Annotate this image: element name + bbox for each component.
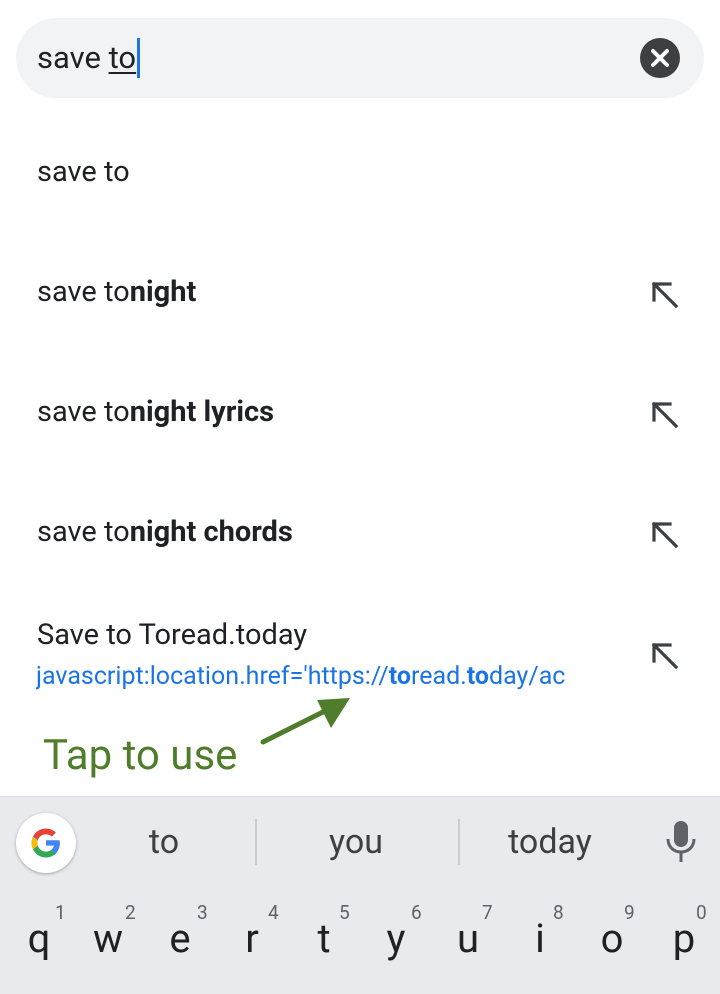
chip-divider xyxy=(458,819,460,865)
key-letter: y xyxy=(386,915,406,962)
google-g-icon xyxy=(31,828,60,858)
key-letter: o xyxy=(600,915,624,962)
key[interactable]: 3 e xyxy=(144,886,216,994)
chip-divider xyxy=(255,819,257,865)
keyboard-chip[interactable]: to xyxy=(84,821,244,863)
key-letter: e xyxy=(169,915,191,962)
key-letter: w xyxy=(92,915,124,962)
key-letter: q xyxy=(27,915,51,962)
key[interactable]: 8 i xyxy=(504,886,576,994)
keyboard-row: 1 q 2 w 3 e 4 r 5 t 6 y 7 u 8 i 9 o 0 p xyxy=(0,886,720,994)
key[interactable]: 0 p xyxy=(648,886,720,994)
suggestion-text: save tonight chords xyxy=(37,515,293,549)
key-letter: p xyxy=(672,915,696,962)
keyboard-suggestion-strip: to you today xyxy=(0,796,720,886)
bookmark-url: javascript:location.href='https://toread… xyxy=(36,662,566,691)
key-letter: r xyxy=(245,915,259,962)
keyboard-chip[interactable]: you xyxy=(266,821,446,863)
key[interactable]: 9 o xyxy=(576,886,648,994)
key-letter: i xyxy=(535,915,545,962)
key-letter: t xyxy=(317,915,331,962)
clear-icon xyxy=(651,49,669,67)
key-letter: u xyxy=(456,915,480,962)
suggestion-item[interactable]: save tonight lyrics xyxy=(0,390,720,434)
arrow-up-left-icon[interactable] xyxy=(646,276,682,312)
text-cursor xyxy=(137,38,141,78)
suggestion-item[interactable]: save to xyxy=(0,150,720,194)
key[interactable]: 6 y xyxy=(360,886,432,994)
microphone-icon[interactable] xyxy=(664,819,698,865)
annotation-arrow-icon xyxy=(260,698,350,745)
suggestion-item[interactable]: save tonight xyxy=(0,270,720,314)
tap-to-use-annotation: Tap to use xyxy=(43,731,238,780)
suggestion-text: save to xyxy=(37,155,130,189)
search-input[interactable]: save to xyxy=(37,38,141,78)
key[interactable]: 1 q xyxy=(0,886,72,994)
search-prefix: save xyxy=(37,39,109,76)
key[interactable]: 2 w xyxy=(72,886,144,994)
arrow-up-left-icon[interactable] xyxy=(646,396,682,432)
search-typed: to xyxy=(108,39,137,76)
arrow-up-left-icon[interactable] xyxy=(646,637,682,673)
key[interactable]: 5 t xyxy=(288,886,360,994)
clear-button[interactable] xyxy=(640,38,680,78)
arrow-up-left-icon[interactable] xyxy=(646,516,682,552)
keyboard-chip[interactable]: today xyxy=(468,821,632,863)
suggestion-text: save tonight xyxy=(37,275,197,309)
screen: save to save to save tonight save tonigh… xyxy=(0,0,720,994)
key[interactable]: 4 r xyxy=(216,886,288,994)
bookmark-title: Save to Toread.today xyxy=(37,618,308,652)
key[interactable]: 7 u xyxy=(432,886,504,994)
google-button[interactable] xyxy=(16,813,76,873)
suggestion-item[interactable]: save tonight chords xyxy=(0,510,720,554)
search-bar[interactable]: save to xyxy=(16,18,704,98)
suggestion-text: save tonight lyrics xyxy=(37,395,275,429)
